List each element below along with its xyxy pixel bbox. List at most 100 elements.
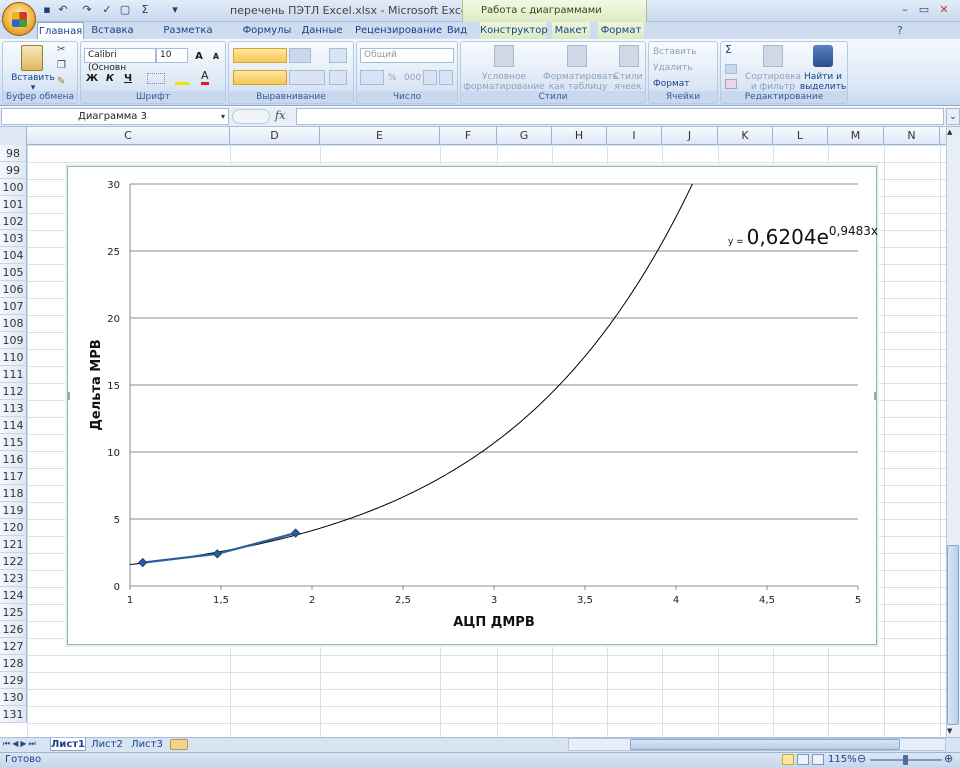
vertical-scroll-thumb[interactable] [947, 545, 959, 725]
row-header-106[interactable]: 106 [0, 281, 27, 298]
cut-icon[interactable]: ✂ [57, 44, 65, 55]
orientation-icon[interactable] [289, 48, 311, 63]
row-header-131[interactable]: 131 [0, 706, 27, 723]
sheet-tab-2[interactable]: Лист2 [88, 738, 126, 751]
row-header-128[interactable]: 128 [0, 655, 27, 672]
row-header-113[interactable]: 113 [0, 400, 27, 417]
tab-page-layout[interactable]: Разметка страницы [143, 22, 233, 53]
fill-icon[interactable] [725, 64, 737, 74]
tab-data[interactable]: Данные [300, 22, 344, 39]
decrease-decimal-icon[interactable] [439, 70, 453, 85]
row-header-120[interactable]: 120 [0, 519, 27, 536]
column-header-I[interactable]: I [607, 127, 662, 145]
zoom-level[interactable]: 115% [828, 754, 857, 765]
save-icon[interactable]: ▪ [40, 3, 54, 17]
percent-button[interactable]: % [388, 73, 397, 83]
column-header-E[interactable]: E [320, 127, 440, 145]
row-header-105[interactable]: 105 [0, 264, 27, 281]
number-format-field[interactable]: Общий [360, 48, 454, 63]
column-header-K[interactable]: K [718, 127, 773, 145]
conditional-format-button[interactable]: Условное форматирование [463, 72, 545, 92]
close-icon[interactable]: ✕ [937, 3, 951, 16]
office-button[interactable] [2, 2, 36, 36]
column-header-N[interactable]: N [884, 127, 940, 145]
thousands-button[interactable]: 000 [404, 73, 421, 83]
row-header-117[interactable]: 117 [0, 468, 27, 485]
zoom-in-icon[interactable]: ⊕ [944, 752, 953, 765]
tab-formulas[interactable]: Формулы [242, 22, 292, 39]
align-left-icon[interactable] [233, 70, 287, 85]
page-break-view-icon[interactable] [812, 754, 824, 765]
row-header-127[interactable]: 127 [0, 638, 27, 655]
column-header-F[interactable]: F [440, 127, 497, 145]
row-header-109[interactable]: 109 [0, 332, 27, 349]
row-header-103[interactable]: 103 [0, 230, 27, 247]
row-header-122[interactable]: 122 [0, 553, 27, 570]
row-header-123[interactable]: 123 [0, 570, 27, 587]
insert-cells-button[interactable]: Вставить [653, 47, 715, 57]
row-header-119[interactable]: 119 [0, 502, 27, 519]
row-header-98[interactable]: 98 [0, 145, 27, 162]
column-header-D[interactable]: D [230, 127, 320, 145]
column-header-M[interactable]: M [828, 127, 884, 145]
row-header-118[interactable]: 118 [0, 485, 27, 502]
help-icon[interactable]: ? [897, 24, 903, 37]
delete-cells-button[interactable]: Удалить [653, 63, 715, 73]
row-header-121[interactable]: 121 [0, 536, 27, 553]
indent-icon[interactable] [289, 70, 325, 85]
name-box[interactable]: Диаграмма 3 ▾ [1, 108, 229, 125]
sum-icon[interactable]: Σ [138, 3, 152, 17]
zoom-slider-knob[interactable] [903, 755, 908, 765]
chart-area[interactable]: 0 5 10 15 20 25 30 1 1,5 2 2,5 3 3,5 4 4,5 5 АЦП ДМРВ Дел… [67, 166, 878, 645]
row-header-115[interactable]: 115 [0, 434, 27, 451]
tab-home[interactable]: Главная [37, 22, 84, 40]
normal-view-icon[interactable] [782, 754, 794, 765]
row-header-104[interactable]: 104 [0, 247, 27, 264]
row-header-108[interactable]: 108 [0, 315, 27, 332]
column-header-J[interactable]: J [662, 127, 718, 145]
bold-button[interactable]: Ж [84, 70, 100, 85]
autosum-button[interactable]: Σ [725, 44, 732, 55]
sheet-tab-3[interactable]: Лист3 [128, 738, 166, 751]
sheet-nav-icons[interactable]: ⏮◀▶⏭ [3, 739, 38, 749]
fill-color-icon[interactable] [175, 72, 189, 85]
row-header-101[interactable]: 101 [0, 196, 27, 213]
font-color-icon[interactable]: A [201, 70, 209, 85]
clear-icon[interactable] [725, 79, 737, 89]
chart-handle-right[interactable] [874, 392, 876, 400]
insert-sheet-icon[interactable] [170, 739, 188, 750]
scroll-down-icon[interactable]: ▼ [947, 727, 952, 735]
align-top-icon[interactable] [233, 48, 287, 63]
minimize-icon[interactable]: – [898, 3, 912, 16]
row-header-125[interactable]: 125 [0, 604, 27, 621]
borders-icon[interactable] [147, 73, 165, 84]
column-header-H[interactable]: H [552, 127, 607, 145]
italic-button[interactable]: К [102, 70, 118, 85]
insert-function-button[interactable]: fx [275, 109, 285, 122]
row-header-112[interactable]: 112 [0, 383, 27, 400]
tab-design[interactable]: Конструктор [480, 22, 548, 39]
print-preview-icon[interactable]: ▢ [118, 3, 132, 17]
currency-icon[interactable] [360, 70, 384, 85]
underline-button[interactable]: Ч [120, 70, 136, 85]
scroll-up-icon[interactable]: ▲ [947, 128, 952, 136]
formula-bar-expand-icon[interactable]: ⌄ [946, 108, 960, 125]
horizontal-scroll-thumb[interactable] [630, 739, 900, 750]
zoom-out-icon[interactable]: ⊖ [857, 752, 866, 765]
spellcheck-icon[interactable]: ✓ [100, 3, 114, 17]
find-select-button[interactable]: Найти и выделить [799, 72, 847, 92]
row-header-114[interactable]: 114 [0, 417, 27, 434]
qat-customize-icon[interactable]: ▾ [168, 3, 182, 17]
undo-icon[interactable]: ↶ [56, 3, 70, 17]
tab-view[interactable]: Вид [444, 22, 470, 39]
sheet-tab-1[interactable]: Лист1 [50, 738, 86, 751]
shrink-font-icon[interactable]: A [208, 48, 224, 63]
font-size-field[interactable]: 10 [156, 48, 188, 63]
formula-input[interactable] [296, 108, 944, 125]
format-painter-icon[interactable]: ✎ [57, 76, 65, 87]
row-header-116[interactable]: 116 [0, 451, 27, 468]
increase-decimal-icon[interactable] [423, 70, 437, 85]
cell-styles-button[interactable]: Стили ячеек [611, 72, 645, 92]
merge-cells-icon[interactable] [329, 70, 347, 85]
tab-format[interactable]: Формат [598, 22, 644, 39]
